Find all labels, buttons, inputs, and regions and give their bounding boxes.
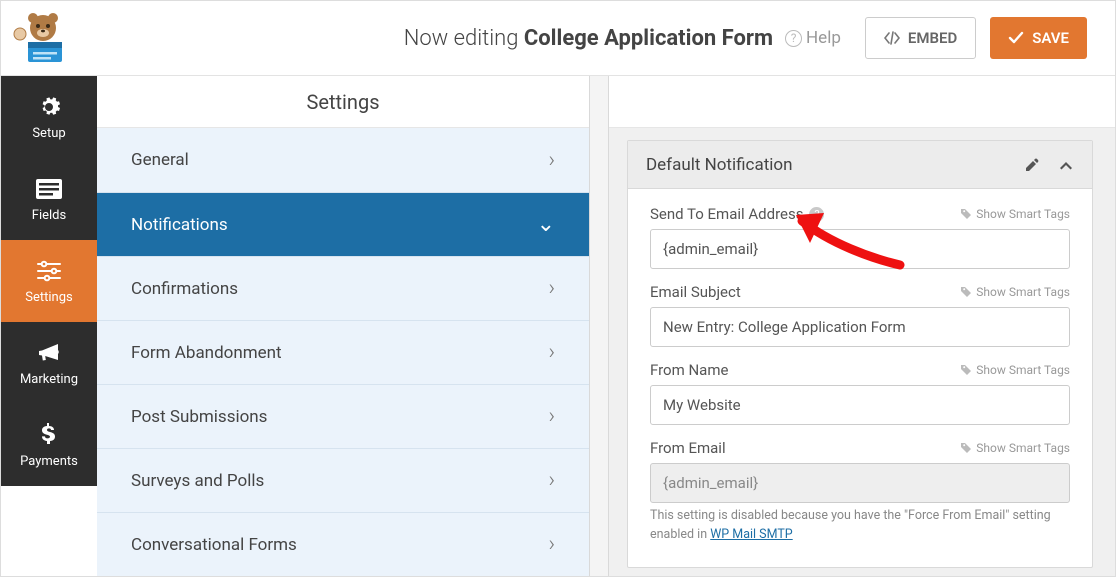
chevron-right-icon: ›: [548, 404, 555, 429]
chevron-right-icon: ›: [548, 468, 555, 493]
nav-marketing[interactable]: Marketing: [1, 322, 97, 404]
notification-card: Default Notification Send To Email: [627, 140, 1093, 568]
wp-mail-smtp-link[interactable]: WP Mail SMTP: [710, 527, 792, 542]
help-link[interactable]: ? Help: [785, 28, 841, 48]
tag-icon: [960, 208, 972, 220]
main-panel: Default Notification Send To Email: [609, 76, 1115, 576]
nav-setup[interactable]: Setup: [1, 76, 97, 158]
field-from-name: From Name Show Smart Tags: [650, 361, 1070, 425]
chevron-right-icon: ›: [548, 276, 555, 301]
label-subject: Email Subject: [650, 283, 741, 301]
chevron-right-icon: ›: [548, 532, 555, 557]
help-icon: ?: [785, 30, 802, 47]
embed-button[interactable]: EMBED: [865, 17, 976, 59]
tag-icon: [960, 286, 972, 298]
field-from-email: From Email Show Smart Tags This setting …: [650, 439, 1070, 545]
settings-item-confirmations[interactable]: Confirmations›: [97, 256, 589, 320]
smart-tags-toggle[interactable]: Show Smart Tags: [960, 285, 1070, 299]
code-icon: [884, 31, 900, 45]
smart-tags-toggle[interactable]: Show Smart Tags: [960, 207, 1070, 221]
smart-tags-toggle[interactable]: Show Smart Tags: [960, 441, 1070, 455]
list-icon: [36, 176, 62, 202]
settings-panel: Settings General› Notifications⌄ Confirm…: [97, 76, 589, 576]
settings-item-notifications[interactable]: Notifications⌄: [97, 192, 589, 256]
collapse-icon[interactable]: [1058, 159, 1074, 171]
label-from-name: From Name: [650, 361, 728, 379]
nav-settings[interactable]: Settings: [1, 240, 97, 322]
tag-icon: [960, 442, 972, 454]
settings-header: Settings: [97, 76, 589, 128]
tag-icon: [960, 364, 972, 376]
save-button[interactable]: SAVE: [990, 17, 1087, 59]
input-from-email: [650, 463, 1070, 503]
edit-icon[interactable]: [1024, 157, 1040, 173]
from-email-hint: This setting is disabled because you hav…: [650, 507, 1070, 545]
settings-item-general[interactable]: General›: [97, 128, 589, 192]
nav-payments[interactable]: Payments: [1, 404, 97, 486]
field-send-to: Send To Email Address ? Show Smart Tags: [650, 205, 1070, 269]
app-logo: [13, 12, 73, 64]
chevron-right-icon: ›: [548, 148, 555, 173]
card-title: Default Notification: [646, 155, 792, 175]
chevron-down-icon: ⌄: [537, 212, 555, 237]
smart-tags-toggle[interactable]: Show Smart Tags: [960, 363, 1070, 377]
dollar-icon: [36, 422, 62, 448]
settings-item-form-abandonment[interactable]: Form Abandonment›: [97, 320, 589, 384]
pane-divider[interactable]: [589, 76, 609, 576]
settings-item-surveys[interactable]: Surveys and Polls›: [97, 448, 589, 512]
check-icon: [1008, 31, 1024, 45]
icon-nav: Setup Fields Settings Marketing: [1, 76, 97, 576]
input-subject[interactable]: [650, 307, 1070, 347]
label-from-email: From Email: [650, 439, 726, 457]
gear-icon: [36, 94, 62, 120]
top-bar: Now editing College Application Form ? H…: [1, 1, 1115, 76]
input-from-name[interactable]: [650, 385, 1070, 425]
field-subject: Email Subject Show Smart Tags: [650, 283, 1070, 347]
input-send-to[interactable]: [650, 229, 1070, 269]
help-icon[interactable]: ?: [809, 207, 824, 222]
chevron-right-icon: ›: [548, 340, 555, 365]
now-editing: Now editing College Application Form: [404, 26, 773, 51]
sliders-icon: [36, 258, 62, 284]
settings-item-conversational[interactable]: Conversational Forms›: [97, 512, 589, 576]
label-send-to: Send To Email Address ?: [650, 205, 824, 223]
settings-item-post-submissions[interactable]: Post Submissions›: [97, 384, 589, 448]
megaphone-icon: [36, 340, 62, 366]
card-header: Default Notification: [628, 141, 1092, 189]
nav-fields[interactable]: Fields: [1, 158, 97, 240]
